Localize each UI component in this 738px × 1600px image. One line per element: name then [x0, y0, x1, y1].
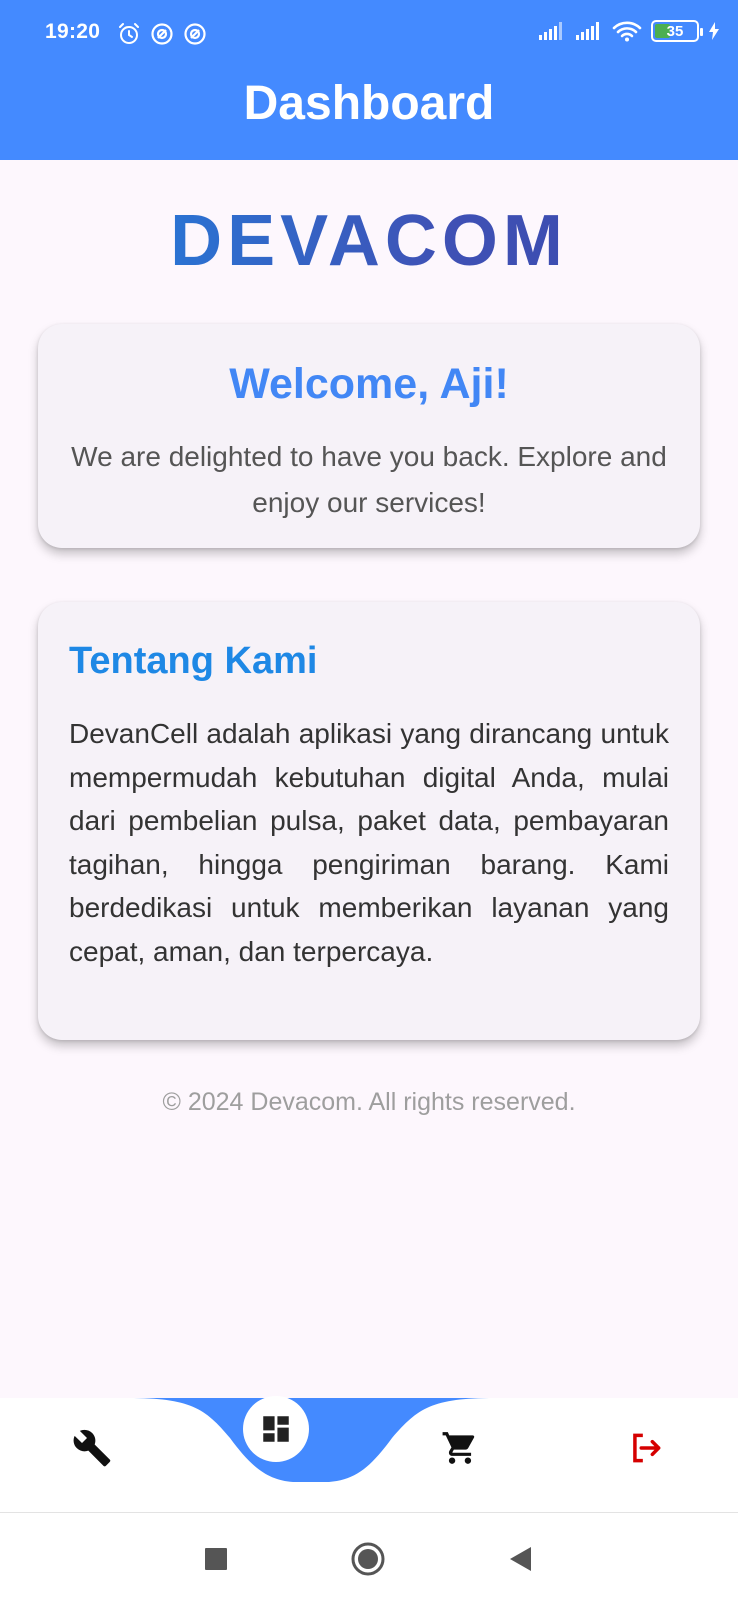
wrench-icon [73, 1429, 111, 1467]
status-bar: 19:20 35 [0, 0, 738, 68]
about-body: DevanCell adalah aplikasi yang dirancang… [69, 718, 669, 967]
recent-apps-icon [205, 1548, 227, 1570]
dashboard-screen: 19:20 35 Dashboard DEVACOM Welcome, Aji!… [0, 0, 738, 1600]
status-left-icons [117, 22, 207, 46]
sync-icon [151, 23, 173, 45]
back-button[interactable] [502, 1541, 538, 1577]
logout-icon [633, 1433, 661, 1463]
welcome-card: Welcome, Aji! We are delighted to have y… [38, 324, 700, 548]
about-title: Tentang Kami [69, 640, 318, 682]
nav-item-dashboard[interactable] [243, 1396, 309, 1462]
footer-copyright: © 2024 Devacom. All rights reserved. [162, 1088, 576, 1116]
wifi-icon [612, 21, 642, 42]
home-icon [351, 1542, 385, 1576]
signal-icon [576, 22, 599, 40]
bottom-navigation [0, 1396, 738, 1514]
battery-icon: 35 [651, 20, 703, 42]
back-icon [510, 1547, 531, 1571]
cart-icon [442, 1432, 475, 1464]
status-time: 19:20 [45, 20, 101, 43]
battery-tip [700, 28, 703, 36]
dashboard-icon [263, 1416, 289, 1442]
app-header: 19:20 35 Dashboard [0, 0, 738, 160]
page-title: Dashboard [243, 77, 495, 130]
welcome-message: We are delighted to have you back. Explo… [71, 441, 667, 518]
charging-icon [709, 22, 719, 40]
nav-item-cart[interactable] [428, 1416, 492, 1480]
battery-level: 35 [666, 22, 684, 40]
sync-icon [184, 23, 206, 45]
about-card: Tentang Kami DevanCell adalah aplikasi y… [38, 602, 700, 1040]
brand-logo-text: DEVACOM [0, 200, 738, 282]
welcome-title: Welcome, Aji! [229, 360, 509, 408]
signal-icon [539, 22, 562, 40]
nav-item-tools[interactable] [60, 1416, 124, 1480]
alarm-icon [119, 23, 139, 44]
system-navigation-bar [0, 1513, 738, 1600]
status-right-icons: 35 [538, 20, 720, 42]
nav-item-logout[interactable] [614, 1416, 678, 1480]
home-button[interactable] [350, 1541, 386, 1577]
recent-apps-button[interactable] [198, 1541, 234, 1577]
